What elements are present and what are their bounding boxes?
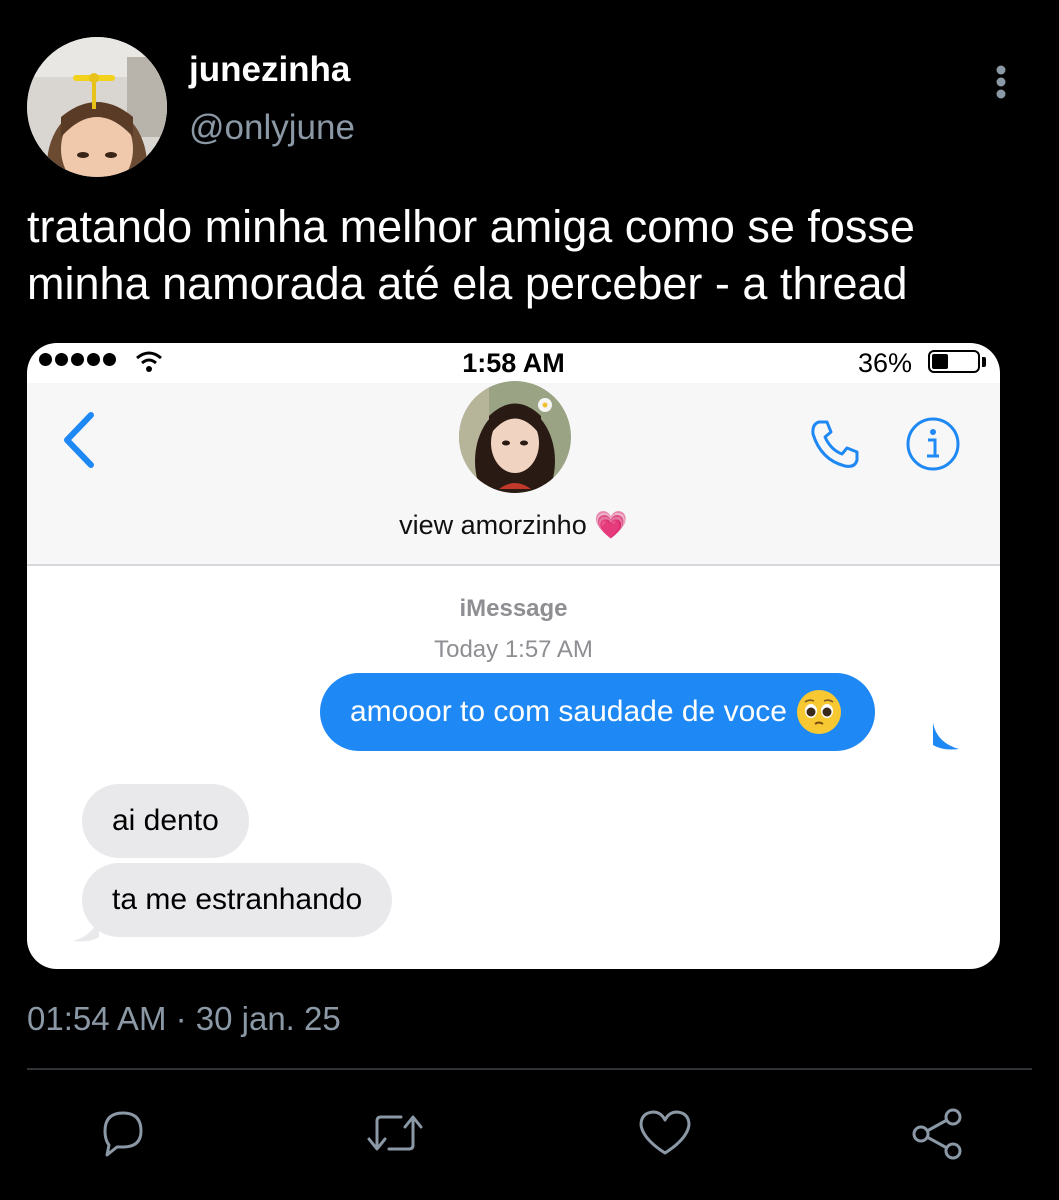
received-bubble-tail — [73, 915, 99, 942]
back-button[interactable] — [61, 411, 97, 474]
info-button[interactable] — [905, 416, 961, 477]
share-button[interactable] — [911, 1107, 965, 1166]
call-button[interactable] — [807, 416, 863, 477]
divider — [27, 1068, 1032, 1070]
received-message[interactable]: ta me estranhando — [82, 863, 393, 937]
sent-message-text: amooor to com saudade de voce — [350, 695, 787, 728]
received-message[interactable]: ai dento — [82, 784, 249, 858]
author-handle[interactable]: @onlyjune — [189, 108, 355, 148]
conversation-header: view amorzinho 💗 — [27, 381, 1000, 566]
tweet-timestamp[interactable]: 01:54 AM · 30 jan. 25 — [27, 1000, 341, 1038]
attached-image[interactable]: 1:58 AM 36% view amorzinho � — [27, 343, 1000, 969]
received-message-text: ai dento — [112, 804, 219, 837]
retweet-button[interactable] — [365, 1107, 425, 1164]
sent-message[interactable]: amooor to com saudade de voce — [320, 673, 875, 751]
service-label: iMessage — [459, 595, 568, 622]
status-time: 1:58 AM — [462, 348, 565, 378]
message-timestamp: Today 1:57 AM — [434, 636, 593, 663]
battery-icon — [928, 350, 980, 373]
share-icon — [912, 1108, 962, 1160]
like-button[interactable] — [637, 1107, 693, 1164]
like-icon — [639, 1110, 691, 1155]
pleading-face-emoji — [796, 690, 841, 734]
more-options-button[interactable] — [986, 62, 1016, 102]
reply-button[interactable] — [97, 1107, 149, 1164]
author-avatar[interactable] — [27, 37, 167, 177]
battery-percentage: 36% — [857, 348, 912, 378]
received-message-text: ta me estranhando — [112, 883, 363, 916]
chevron-left-icon — [64, 412, 94, 468]
retweet-icon — [367, 1115, 423, 1151]
reply-icon — [103, 1111, 143, 1157]
info-icon — [906, 417, 960, 471]
more-vertical-icon — [996, 65, 1006, 99]
author-display-name[interactable]: junezinha — [189, 50, 350, 90]
phone-status-bar: 1:58 AM 36% — [27, 343, 1000, 383]
contact-avatar[interactable] — [459, 381, 571, 493]
phone-icon — [811, 420, 859, 468]
sent-bubble-tail — [933, 723, 959, 750]
battery-tip — [982, 357, 986, 367]
tweet-text: tratando minha melhor amiga como se foss… — [27, 201, 915, 309]
contact-name[interactable]: view amorzinho 💗 — [27, 509, 1000, 541]
